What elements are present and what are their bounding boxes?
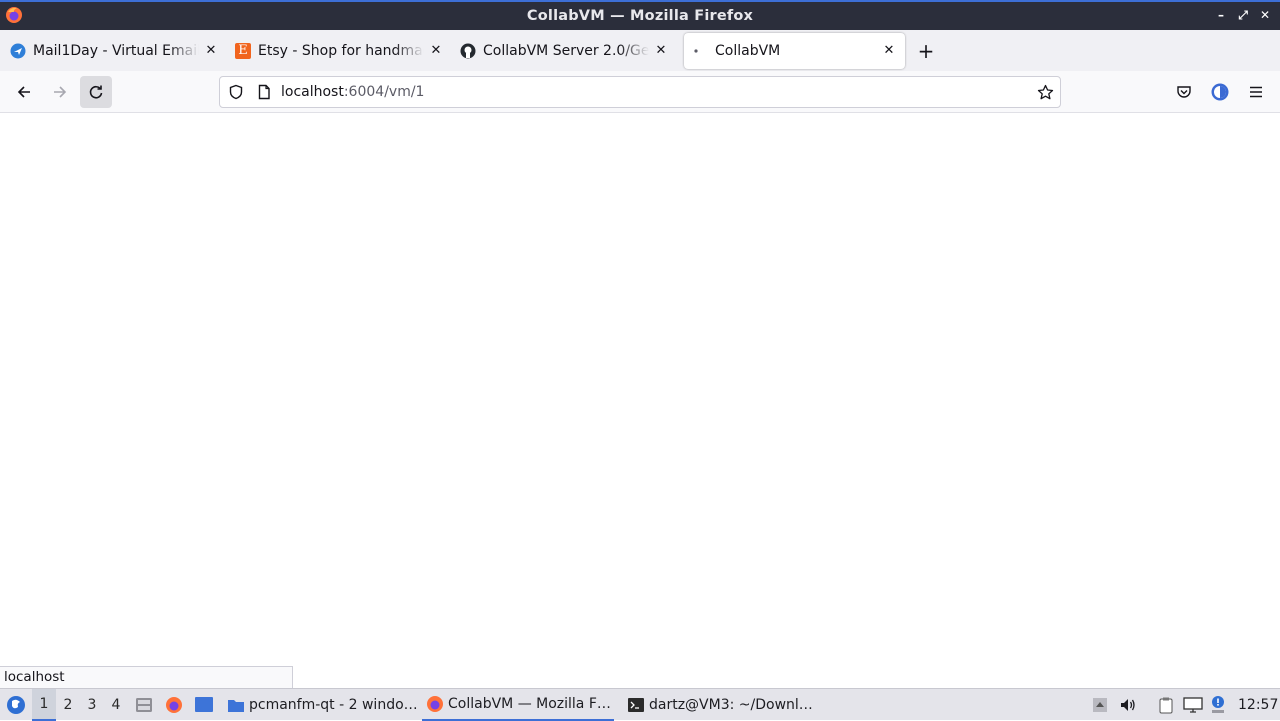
url-path: :6004/vm/1 (343, 84, 425, 100)
close-tab-icon[interactable]: ✕ (653, 43, 669, 59)
tab-collabvm-github[interactable]: CollabVM Server 2.0/Getting Started ✕ (452, 33, 677, 69)
window-controls: – ⤢ ✕ (1212, 5, 1274, 25)
desktop-4-button[interactable]: 4 (104, 689, 128, 721)
desktop-3-button[interactable]: 3 (80, 689, 104, 721)
pocket-icon (1177, 86, 1191, 98)
window-title: CollabVM — Mozilla Firefox (526, 8, 754, 24)
account-button[interactable] (1204, 76, 1236, 108)
close-window-button[interactable]: ✕ (1256, 5, 1274, 25)
pocket-button[interactable] (1168, 76, 1200, 108)
tab-mail1day[interactable]: Mail1Day - Virtual Email Address ✕ (2, 33, 227, 69)
desktop-1-button[interactable]: 1 (32, 689, 56, 721)
desktop-launcher[interactable] (193, 689, 215, 721)
page-content[interactable] (0, 113, 1280, 688)
dot-icon (692, 43, 708, 59)
arrow-right-icon (54, 86, 67, 98)
close-tab-icon[interactable]: ✕ (203, 43, 219, 59)
navigation-bar: localhost:6004/vm/1 (0, 71, 1280, 113)
tab-collabvm[interactable]: CollabVM ✕ (684, 32, 905, 69)
url-bar[interactable]: localhost:6004/vm/1 (219, 76, 1061, 108)
new-tab-button[interactable]: + (912, 37, 940, 65)
minimize-button[interactable]: – (1212, 5, 1230, 25)
show-desktop-icon (195, 697, 213, 712)
account-icon (1211, 83, 1229, 101)
etsy-icon: E (235, 42, 251, 59)
maximize-button[interactable]: ⤢ (1234, 5, 1252, 25)
reload-button[interactable] (80, 76, 112, 108)
tab-strip: Mail1Day - Virtual Email Address ✕ E Ets… (0, 30, 1280, 71)
bookmark-star-icon[interactable] (1037, 84, 1054, 101)
hamburger-menu-icon (1250, 86, 1262, 98)
url-text[interactable]: localhost:6004/vm/1 (281, 84, 424, 100)
info-icon (1212, 696, 1224, 713)
mail1day-icon (10, 43, 26, 59)
shield-icon[interactable] (228, 84, 244, 100)
task-label: CollabVM — Mozilla F… (448, 696, 611, 712)
github-icon (460, 43, 476, 59)
task-label: dartz@VM3: ~/Downl… (649, 697, 813, 713)
clock[interactable]: 12:57 (1238, 689, 1278, 721)
desktop-2-button[interactable]: 2 (56, 689, 80, 721)
tab-label: Etsy - Shop for handmade, vintage (258, 42, 424, 59)
monitor-icon (1183, 697, 1203, 713)
menu-button[interactable] (1240, 76, 1272, 108)
start-menu-button[interactable] (4, 689, 28, 721)
notification-button[interactable] (1208, 689, 1228, 721)
firefox-icon (6, 7, 22, 23)
volume-button[interactable] (1118, 689, 1138, 721)
close-tab-icon[interactable]: ✕ (881, 43, 897, 59)
task-terminal[interactable]: dartz@VM3: ~/Downl… (623, 689, 823, 721)
tab-label: CollabVM (715, 42, 781, 59)
tray-arrow-icon (1093, 698, 1107, 712)
window-titlebar: CollabVM — Mozilla Firefox – ⤢ ✕ (0, 0, 1280, 30)
network-button[interactable] (1182, 689, 1204, 721)
task-pcmanfm[interactable]: pcmanfm-qt - 2 windo… (223, 689, 418, 721)
start-menu-icon (7, 696, 25, 714)
file-cabinet-icon (136, 698, 152, 712)
firefox-icon (166, 697, 182, 713)
file-manager-launcher[interactable] (134, 689, 154, 721)
clipboard-button[interactable] (1156, 689, 1176, 721)
tab-etsy[interactable]: E Etsy - Shop for handmade, vintage ✕ (227, 33, 452, 69)
firefox-icon (427, 696, 443, 712)
forward-button[interactable] (44, 76, 76, 108)
tab-label: CollabVM Server 2.0/Getting Started (483, 42, 649, 59)
arrow-left-icon (17, 86, 30, 98)
volume-icon (1121, 699, 1135, 711)
close-tab-icon[interactable]: ✕ (428, 43, 444, 59)
tray-updown-button[interactable] (1090, 689, 1110, 721)
taskbar: 1 2 3 4 pcmanfm-qt - 2 windo… CollabVM —… (0, 688, 1280, 721)
clipboard-icon (1159, 697, 1173, 714)
folder-icon (228, 700, 244, 712)
reload-icon (89, 85, 103, 99)
task-label: pcmanfm-qt - 2 windo… (249, 697, 418, 713)
url-host: localhost (281, 84, 344, 100)
page-info-icon[interactable] (256, 84, 272, 100)
terminal-icon (628, 698, 644, 712)
back-button[interactable] (8, 76, 40, 108)
tab-label: Mail1Day - Virtual Email Address (33, 42, 199, 59)
task-firefox[interactable]: CollabVM — Mozilla F… (422, 689, 614, 721)
firefox-launcher[interactable] (164, 689, 184, 721)
status-panel: localhost (0, 666, 293, 688)
